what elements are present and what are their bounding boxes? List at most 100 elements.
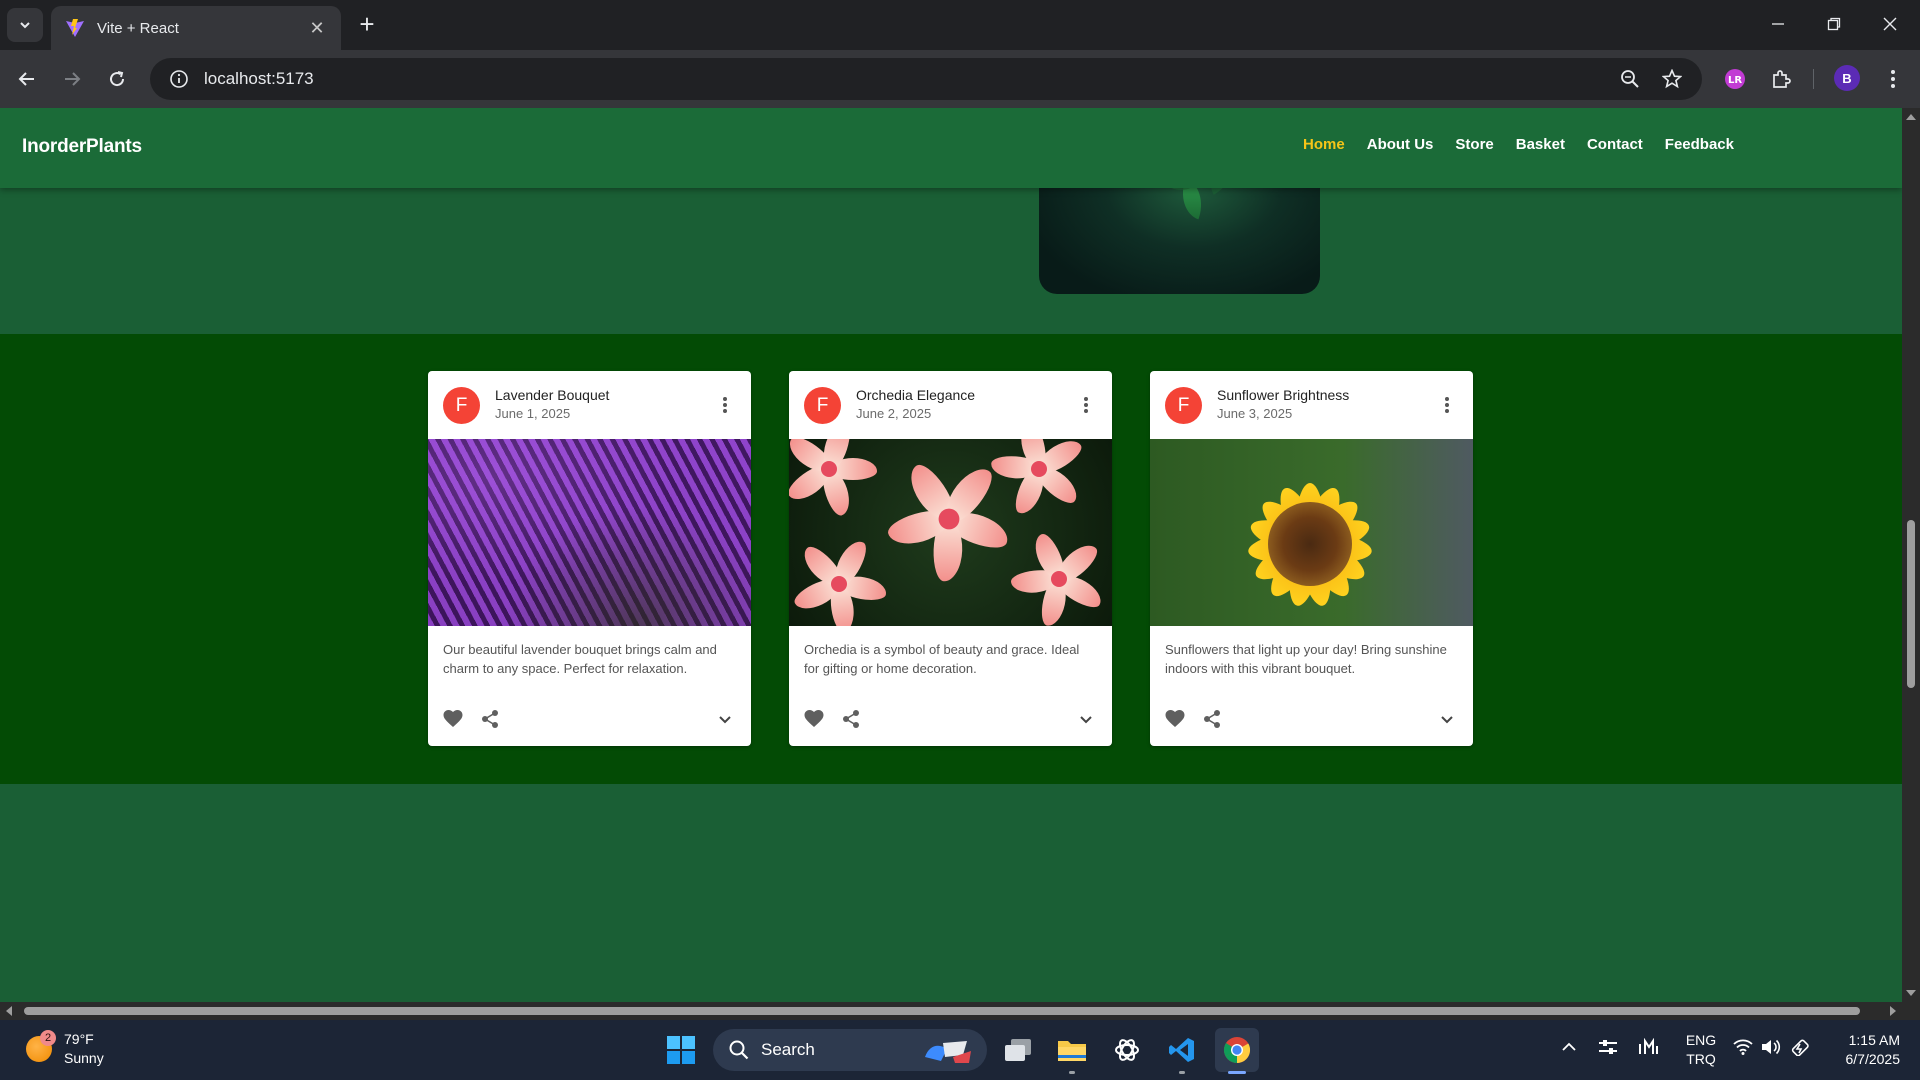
- share-icon[interactable]: [477, 706, 503, 732]
- scroll-down-icon[interactable]: [1902, 986, 1920, 1000]
- profile-avatar[interactable]: B: [1834, 65, 1860, 91]
- avatar: F: [1165, 387, 1202, 424]
- minimize-button[interactable]: [1750, 0, 1806, 48]
- browser-tab-bar: Vite + React ✕ +: [0, 0, 1920, 50]
- openai-icon: [1115, 1039, 1139, 1061]
- bookmark-star-icon[interactable]: [1652, 58, 1692, 100]
- more-options-icon[interactable]: [715, 393, 735, 417]
- browser-toolbar: localhost:5173 LR: [0, 50, 1920, 108]
- task-view-button[interactable]: [996, 1028, 1040, 1072]
- wifi-icon[interactable]: [1733, 1039, 1753, 1058]
- vscode-icon: [1169, 1038, 1194, 1062]
- horizontal-scrollbar[interactable]: [0, 1002, 1920, 1020]
- nav-link-contact[interactable]: Contact: [1587, 136, 1643, 153]
- more-options-icon[interactable]: [1437, 393, 1457, 417]
- clock-date: 6/7/2025: [1845, 1051, 1901, 1067]
- favorite-heart-icon[interactable]: [1162, 706, 1188, 732]
- tab-title: Vite + React: [97, 19, 179, 37]
- nav-link-home[interactable]: Home: [1303, 136, 1345, 153]
- taskbar-search[interactable]: Search: [713, 1029, 987, 1071]
- start-button[interactable]: [659, 1028, 703, 1072]
- vertical-scroll-thumb[interactable]: [1907, 520, 1915, 688]
- vite-logo-icon: [66, 19, 84, 37]
- site-navbar: InorderPlants Home About Us Store Basket…: [0, 108, 1902, 188]
- close-icon: [1883, 17, 1897, 31]
- product-card: F Lavender Bouquet June 1, 2025 Our beau…: [428, 371, 751, 746]
- card-header: F Sunflower Brightness June 3, 2025: [1150, 371, 1473, 439]
- minimize-icon: [1772, 23, 1784, 25]
- toolbar-separator: [1813, 69, 1814, 89]
- favorite-heart-icon[interactable]: [801, 706, 827, 732]
- nav-link-store[interactable]: Store: [1455, 136, 1493, 153]
- forward-button[interactable]: [55, 62, 89, 96]
- nav-link-basket[interactable]: Basket: [1516, 136, 1565, 153]
- site-info-icon[interactable]: [158, 58, 200, 100]
- extension-lr-icon[interactable]: LR: [1718, 62, 1752, 96]
- expand-chevron-icon[interactable]: [1073, 706, 1099, 732]
- card-date: June 1, 2025: [495, 406, 571, 421]
- bars-icon: [1639, 1037, 1658, 1054]
- expand-chevron-icon[interactable]: [1434, 706, 1460, 732]
- card-title: Orchedia Elegance: [856, 387, 976, 403]
- weather-temperature: 79°F: [64, 1031, 94, 1047]
- nav-link-about-us[interactable]: About Us: [1367, 136, 1434, 153]
- card-actions: [789, 694, 1112, 746]
- reload-button[interactable]: [100, 62, 134, 96]
- horizontal-scroll-thumb[interactable]: [24, 1007, 1860, 1015]
- favorite-heart-icon[interactable]: [440, 706, 466, 732]
- card-date: June 2, 2025: [856, 406, 932, 421]
- extensions-puzzle-icon[interactable]: [1764, 62, 1798, 96]
- system-clock[interactable]: 1:15 AM 6/7/2025: [1838, 1031, 1901, 1069]
- file-explorer-button[interactable]: [1050, 1028, 1094, 1074]
- card-header: F Lavender Bouquet June 1, 2025: [428, 371, 751, 439]
- card-title: Lavender Bouquet: [495, 387, 610, 403]
- tray-app-icon[interactable]: [1598, 1038, 1618, 1059]
- windows-taskbar: 2 79°F Sunny Search ENG TRQ 1:15 AM 6/7/…: [0, 1020, 1920, 1080]
- nav-link-feedback[interactable]: Feedback: [1665, 136, 1734, 153]
- scroll-up-icon[interactable]: [1902, 110, 1920, 124]
- weather-widget[interactable]: 2 79°F Sunny: [26, 1030, 104, 1068]
- tab-search-button[interactable]: [7, 8, 43, 42]
- chrome-icon: [1223, 1037, 1251, 1064]
- windows-logo-icon: [667, 1036, 695, 1064]
- tray-meter-icon[interactable]: [1638, 1037, 1658, 1059]
- address-bar[interactable]: localhost:5173: [150, 58, 1702, 100]
- product-card: F Orchedia Elegance June 2, 2025 Orchedi…: [789, 371, 1112, 746]
- browser-tab[interactable]: Vite + React ✕: [51, 6, 341, 50]
- card-date: June 3, 2025: [1217, 406, 1293, 421]
- input-language[interactable]: ENG TRQ: [1684, 1031, 1718, 1069]
- svg-text:LR: LR: [1728, 75, 1742, 86]
- chrome-button[interactable]: [1215, 1028, 1259, 1074]
- reload-icon: [110, 71, 125, 87]
- keyboard-layout: TRQ: [1686, 1051, 1716, 1067]
- search-highlight-icon: [925, 1041, 971, 1063]
- zoom-icon[interactable]: [1610, 58, 1650, 100]
- new-tab-button[interactable]: +: [352, 10, 382, 40]
- card-actions: [1150, 694, 1473, 746]
- product-card: F Sunflower Brightness June 3, 2025 Sunf…: [1150, 371, 1473, 746]
- share-icon[interactable]: [1199, 706, 1225, 732]
- lavender-image: [428, 439, 751, 626]
- share-icon[interactable]: [838, 706, 864, 732]
- back-button[interactable]: [10, 62, 44, 96]
- search-icon: [729, 1040, 749, 1060]
- battery-icon[interactable]: [1791, 1038, 1813, 1059]
- chevron-up-icon: [1562, 1042, 1576, 1051]
- show-hidden-icons[interactable]: [1560, 1038, 1578, 1059]
- vertical-scrollbar[interactable]: [1902, 108, 1920, 1002]
- site-brand-logo[interactable]: InorderPlants: [22, 136, 142, 158]
- restore-button[interactable]: [1806, 0, 1862, 48]
- more-options-icon[interactable]: [1076, 393, 1096, 417]
- tab-close-icon[interactable]: ✕: [307, 18, 327, 39]
- expand-chevron-icon[interactable]: [712, 706, 738, 732]
- scroll-right-icon[interactable]: [1886, 1002, 1900, 1020]
- scroll-left-icon[interactable]: [2, 1002, 16, 1020]
- volume-icon[interactable]: [1761, 1039, 1781, 1058]
- chatgpt-button[interactable]: [1105, 1028, 1149, 1072]
- close-window-button[interactable]: [1862, 0, 1918, 48]
- weather-badge: 2: [40, 1030, 56, 1046]
- vscode-button[interactable]: [1160, 1028, 1204, 1074]
- product-cards-section: F Lavender Bouquet June 1, 2025 Our beau…: [0, 334, 1902, 784]
- weather-condition: Sunny: [64, 1050, 104, 1066]
- chrome-menu-icon[interactable]: [1876, 62, 1910, 96]
